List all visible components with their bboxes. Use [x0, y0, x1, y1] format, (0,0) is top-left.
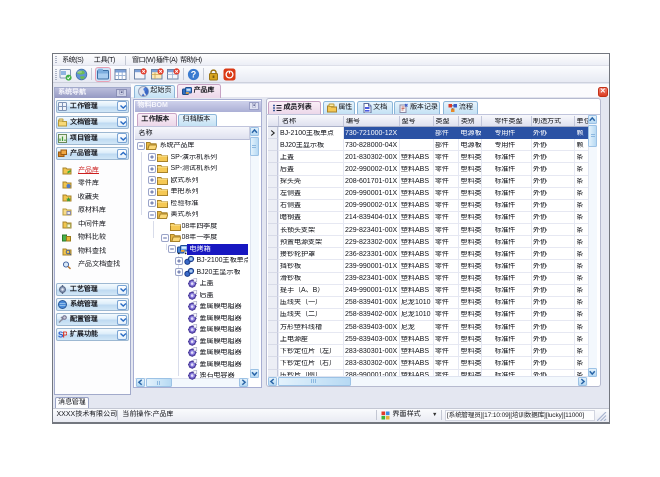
svg-text:?: ?	[191, 70, 197, 80]
svg-text:P: P	[63, 331, 68, 340]
